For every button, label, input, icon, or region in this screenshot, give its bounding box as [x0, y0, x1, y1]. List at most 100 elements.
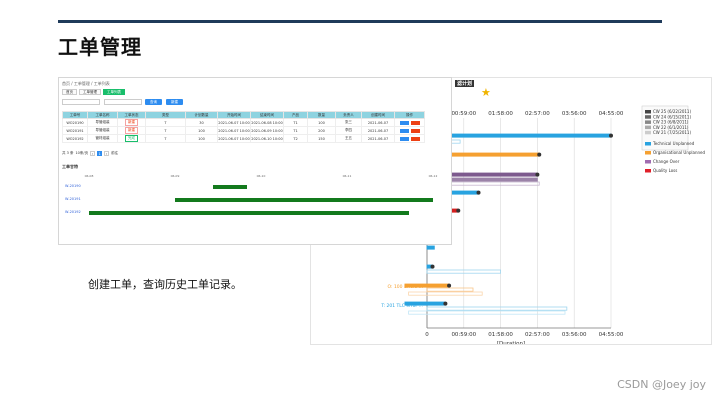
next-page-button[interactable]: ›: [104, 151, 110, 156]
tab-work-order-mgmt[interactable]: 工单管理: [79, 89, 101, 95]
gantt-marker: [535, 172, 540, 177]
legend-swatch: [645, 120, 651, 124]
table-cell: 30: [185, 118, 218, 127]
page-title: 工单管理: [58, 35, 142, 59]
gantt-bar[interactable]: [408, 291, 483, 296]
table-cell: 2021-06-10 10:00: [250, 134, 284, 143]
search-button[interactable]: 查询: [145, 99, 162, 105]
gantt-bar[interactable]: [426, 245, 435, 250]
row-label: O: 100 Errors ...: [388, 284, 423, 290]
table-cell: 管材组装: [87, 134, 118, 143]
new-button[interactable]: 新建: [166, 99, 183, 105]
order-name-input[interactable]: [104, 99, 142, 105]
x-tick-label-top: 00:59:00: [451, 111, 476, 117]
gantt-bar[interactable]: [175, 198, 433, 202]
current-page[interactable]: 1: [97, 151, 103, 156]
table-cell: 150: [307, 134, 336, 143]
table-cell: 王五: [335, 134, 362, 143]
page-size-select[interactable]: 10条/页: [75, 151, 88, 156]
table-cell: T1: [283, 118, 308, 127]
gantt-time-axis: 06-08 06-09 06-10 06-11 06-12: [59, 174, 451, 182]
x-tick-label-top: 01:58:00: [488, 111, 513, 117]
legend-swatch: [645, 110, 651, 114]
total-count: 共 3 条: [62, 151, 74, 155]
x-tick-label-top: 03:56:00: [562, 111, 587, 117]
gantt-bar[interactable]: [426, 287, 474, 292]
goto-label: 前往: [111, 151, 119, 155]
delete-button[interactable]: [410, 136, 420, 141]
table-cell: 李四: [335, 126, 362, 135]
legend-swatch: [645, 160, 651, 164]
edit-button[interactable]: [399, 120, 409, 125]
table-cell: 100: [307, 118, 336, 127]
table-cell: 导管组装: [87, 118, 118, 127]
pagination: 共 3 条 10条/页 ‹ 1 › 前往: [62, 151, 118, 156]
gantt-marker: [456, 208, 461, 213]
delete-button[interactable]: [410, 120, 420, 125]
table-cell: 2021-06-07: [361, 118, 395, 127]
column-header: 数量: [307, 111, 336, 119]
table-row[interactable]: WO20190 导管组装 新建 T 30 2021-06-07 10:00 2021-06-…: [62, 118, 425, 127]
table-cell: 100: [185, 126, 218, 135]
edit-button[interactable]: [399, 136, 409, 141]
x-tick-label: 02:57:00: [525, 332, 550, 338]
edit-button[interactable]: [399, 128, 409, 133]
legend-label: Quality Loss: [653, 168, 677, 173]
table-cell: 2021-06-07 10:00: [217, 126, 251, 135]
table-cell: 2021-06-07: [361, 134, 395, 143]
filter-inputs: [62, 99, 142, 105]
x-tick-label: 0: [425, 332, 429, 338]
legend-swatch: [645, 169, 651, 173]
legend-label: Change Over: [653, 159, 680, 164]
column-header: 操作: [394, 111, 425, 119]
gantt-bar[interactable]: [212, 185, 248, 189]
table-cell: 100: [185, 134, 218, 143]
table-cell: 张三: [335, 118, 362, 127]
gantt-row-label[interactable]: W-20191: [65, 197, 81, 201]
status-badge: 新建: [125, 119, 138, 126]
column-header: 产品: [283, 111, 308, 119]
table-cell: 2021-06-09 10:00: [250, 126, 284, 135]
star-icon[interactable]: ★: [481, 86, 491, 99]
column-header: 类型: [145, 111, 186, 119]
gantt-row-label[interactable]: W-20190: [65, 184, 81, 188]
prev-page-button[interactable]: ‹: [90, 151, 96, 156]
filter-button[interactable]: 滤计划: [455, 80, 475, 87]
status-badge: 完成: [125, 135, 138, 142]
tab-bar: 首页 工单管理 工单列表: [62, 89, 125, 95]
gantt-bar[interactable]: [426, 133, 612, 138]
table-row[interactable]: WO20192 管材组装 完成 T 100 2021-06-07 10:00 2021-06…: [62, 134, 425, 143]
table-cell: WO20191: [62, 126, 88, 135]
legend-label: Organisational Unplanned: [653, 150, 705, 155]
status-badge: 新建: [125, 127, 138, 134]
gantt-marker: [609, 133, 613, 138]
gantt-bar[interactable]: [89, 211, 409, 215]
column-header: 开始时间: [217, 111, 251, 119]
tab-home[interactable]: 首页: [62, 89, 77, 95]
x-axis-label: [Duration]: [497, 341, 525, 345]
legend-swatch: [645, 151, 651, 155]
x-tick-label: 00:59:00: [451, 332, 476, 338]
order-no-input[interactable]: [62, 99, 100, 105]
gantt-marker: [476, 190, 481, 195]
column-header: 工单名称: [87, 111, 118, 119]
tab-work-order-list[interactable]: 工单列表: [103, 89, 125, 95]
table-cell: T1: [283, 126, 308, 135]
gantt-tick-label: 06-09: [170, 174, 180, 178]
column-header: 创建时间: [361, 111, 395, 119]
caption: 创建工单，查询历史工单记录。: [88, 278, 242, 291]
watermark: CSDN @Joey joy: [617, 378, 706, 391]
gantt-marker: [537, 152, 542, 157]
gantt-row-label[interactable]: W-20192: [65, 210, 81, 214]
gantt-bar[interactable]: [408, 310, 566, 315]
table-row[interactable]: WO20191 导管组装 新建 T 100 2021-06-07 10:00 2021-06…: [62, 126, 425, 135]
column-header: 结束时间: [250, 111, 284, 119]
gantt-marker: [447, 283, 452, 288]
legend-label: Technical Unplanned: [652, 141, 695, 146]
delete-button[interactable]: [410, 128, 420, 133]
table-cell: T: [145, 134, 186, 143]
gantt-bar[interactable]: [426, 306, 568, 311]
table-cell: 2021-06-07 10:00: [217, 134, 251, 143]
column-header: 负责人: [335, 111, 362, 119]
table-cell: 2021-06-08 10:00: [250, 118, 284, 127]
